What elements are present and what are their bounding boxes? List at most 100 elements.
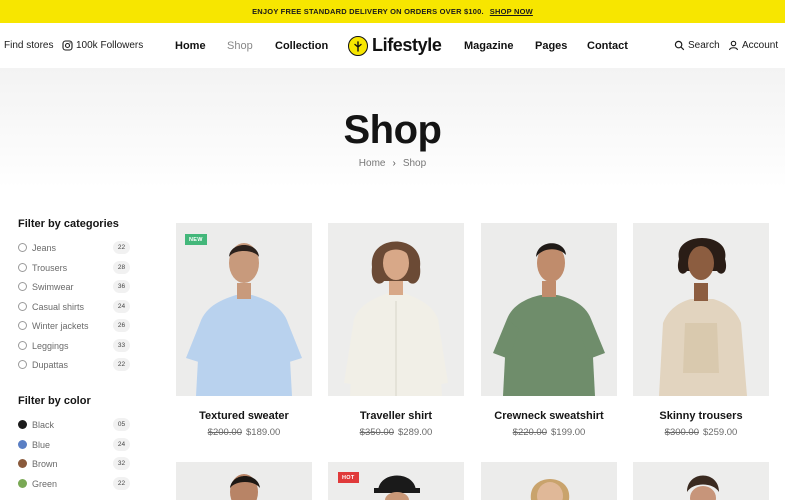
category-label: Jeans xyxy=(32,242,57,253)
color-filter-brown[interactable]: Brown 32 xyxy=(18,454,130,473)
product-name[interactable]: Skinny trousers xyxy=(633,410,769,422)
nav-home[interactable]: Home xyxy=(175,23,206,68)
color-label: Black xyxy=(32,419,55,430)
new-badge: NEW xyxy=(185,234,207,245)
category-filter-swimwear[interactable]: Swimwear 36 xyxy=(18,277,130,296)
search-button[interactable]: Search xyxy=(674,23,720,68)
color-filter-black[interactable]: Black 05 xyxy=(18,415,130,434)
color-filter-title: Filter by color xyxy=(18,395,91,407)
product-photo xyxy=(481,462,617,500)
breadcrumb-home[interactable]: Home xyxy=(359,158,386,169)
product-price: $200.00 $189.00 xyxy=(176,427,312,438)
color-label: Green xyxy=(32,478,58,489)
find-stores-link[interactable]: Find stores xyxy=(4,23,53,68)
category-count: 36 xyxy=(113,280,130,293)
nav-pages[interactable]: Pages xyxy=(535,23,567,68)
category-filter-trousers[interactable]: Trousers 28 xyxy=(18,258,130,277)
breadcrumb-current: Shop xyxy=(402,158,427,169)
product-image[interactable] xyxy=(633,223,769,396)
category-count: 22 xyxy=(113,358,130,371)
color-filter-green[interactable]: Green 22 xyxy=(18,474,130,493)
product-image[interactable] xyxy=(328,223,464,396)
product-name[interactable]: Crewneck sweatshirt xyxy=(481,410,617,422)
nav-shop[interactable]: Shop xyxy=(227,23,253,68)
product-card[interactable]: Traveller shirt $350.00 $289.00 xyxy=(328,223,464,438)
categories-filter-title: Filter by categories xyxy=(18,218,119,230)
category-count: 26 xyxy=(113,319,130,332)
category-label: Swimwear xyxy=(32,281,74,292)
product-image[interactable] xyxy=(481,223,617,396)
category-filter-dupattas[interactable]: Dupattas 22 xyxy=(18,355,130,374)
breadcrumb-separator: › xyxy=(392,158,396,169)
category-filter-jeans[interactable]: Jeans 22 xyxy=(18,238,130,257)
color-count: 22 xyxy=(113,477,130,490)
product-old-price: $350.00 xyxy=(359,427,394,438)
radio-icon xyxy=(18,360,27,369)
product-name[interactable]: Traveller shirt xyxy=(328,410,464,422)
category-count: 24 xyxy=(113,300,130,313)
page-hero: Shop Home › Shop xyxy=(0,68,785,188)
color-filter-blue[interactable]: Blue 24 xyxy=(18,435,130,454)
search-icon xyxy=(674,40,685,51)
color-swatch xyxy=(18,420,27,429)
followers-link[interactable]: 100k Followers xyxy=(62,23,143,68)
product-image[interactable]: NEW xyxy=(176,223,312,396)
radio-icon xyxy=(18,282,27,291)
product-image[interactable] xyxy=(176,462,312,500)
product-image[interactable] xyxy=(481,462,617,500)
product-name[interactable]: Textured sweater xyxy=(176,410,312,422)
hot-badge: HOT xyxy=(338,472,359,483)
color-swatch xyxy=(18,440,27,449)
category-filter-leggings[interactable]: Leggings 33 xyxy=(18,336,130,355)
leaf-logo-icon xyxy=(348,35,368,56)
radio-icon xyxy=(18,243,27,252)
radio-icon xyxy=(18,263,27,272)
breadcrumb: Home › Shop xyxy=(0,158,785,169)
account-label: Account xyxy=(742,40,779,51)
color-count: 24 xyxy=(113,438,130,451)
category-count: 33 xyxy=(113,339,130,352)
product-card[interactable]: Crewneck sweatshirt $220.00 $199.00 xyxy=(481,223,617,438)
product-photo xyxy=(633,223,769,396)
product-photo xyxy=(176,223,312,396)
nav-contact[interactable]: Contact xyxy=(587,23,628,68)
product-current-price: $199.00 xyxy=(551,427,586,438)
announcement-text: ENJOY FREE STANDARD DELIVERY ON ORDERS O… xyxy=(252,7,484,16)
product-photo xyxy=(481,223,617,396)
shop-now-link[interactable]: SHOP NOW xyxy=(490,7,533,16)
followers-label: 100k Followers xyxy=(76,40,144,51)
nav-magazine[interactable]: Magazine xyxy=(464,23,514,68)
product-price: $350.00 $289.00 xyxy=(328,427,464,438)
category-label: Dupattas xyxy=(32,359,69,370)
radio-icon xyxy=(18,302,27,311)
color-label: Brown xyxy=(32,458,58,469)
product-card[interactable]: Skinny trousers $300.00 $259.00 xyxy=(633,223,769,438)
product-price: $220.00 $199.00 xyxy=(481,427,617,438)
product-card[interactable]: NEW Textured sweater $200.00 $189.00 xyxy=(176,223,312,438)
nav-collection[interactable]: Collection xyxy=(275,23,328,68)
product-photo xyxy=(176,462,312,500)
color-count: 05 xyxy=(113,418,130,431)
color-count: 32 xyxy=(113,457,130,470)
site-logo[interactable]: Lifestyle xyxy=(348,23,442,68)
product-photo xyxy=(633,462,769,500)
product-price: $300.00 $259.00 xyxy=(633,427,769,438)
product-old-price: $200.00 xyxy=(207,427,242,438)
instagram-icon xyxy=(62,40,73,51)
category-label: Trousers xyxy=(32,262,68,273)
color-swatch xyxy=(18,459,27,468)
radio-icon xyxy=(18,341,27,350)
site-header: Find stores 100k Followers Home Shop Col… xyxy=(0,23,785,68)
category-count: 22 xyxy=(113,241,130,254)
radio-icon xyxy=(18,321,27,330)
search-label: Search xyxy=(688,40,720,51)
product-image[interactable]: HOT xyxy=(328,462,464,500)
category-label: Casual shirts xyxy=(32,301,85,312)
category-filter-casual-shirts[interactable]: Casual shirts 24 xyxy=(18,297,130,316)
account-button[interactable]: Account xyxy=(728,23,778,68)
category-label: Winter jackets xyxy=(32,320,89,331)
find-stores-label: Find stores xyxy=(4,40,54,51)
product-old-price: $300.00 xyxy=(664,427,699,438)
category-filter-winter-jackets[interactable]: Winter jackets 26 xyxy=(18,316,130,335)
product-image[interactable] xyxy=(633,462,769,500)
